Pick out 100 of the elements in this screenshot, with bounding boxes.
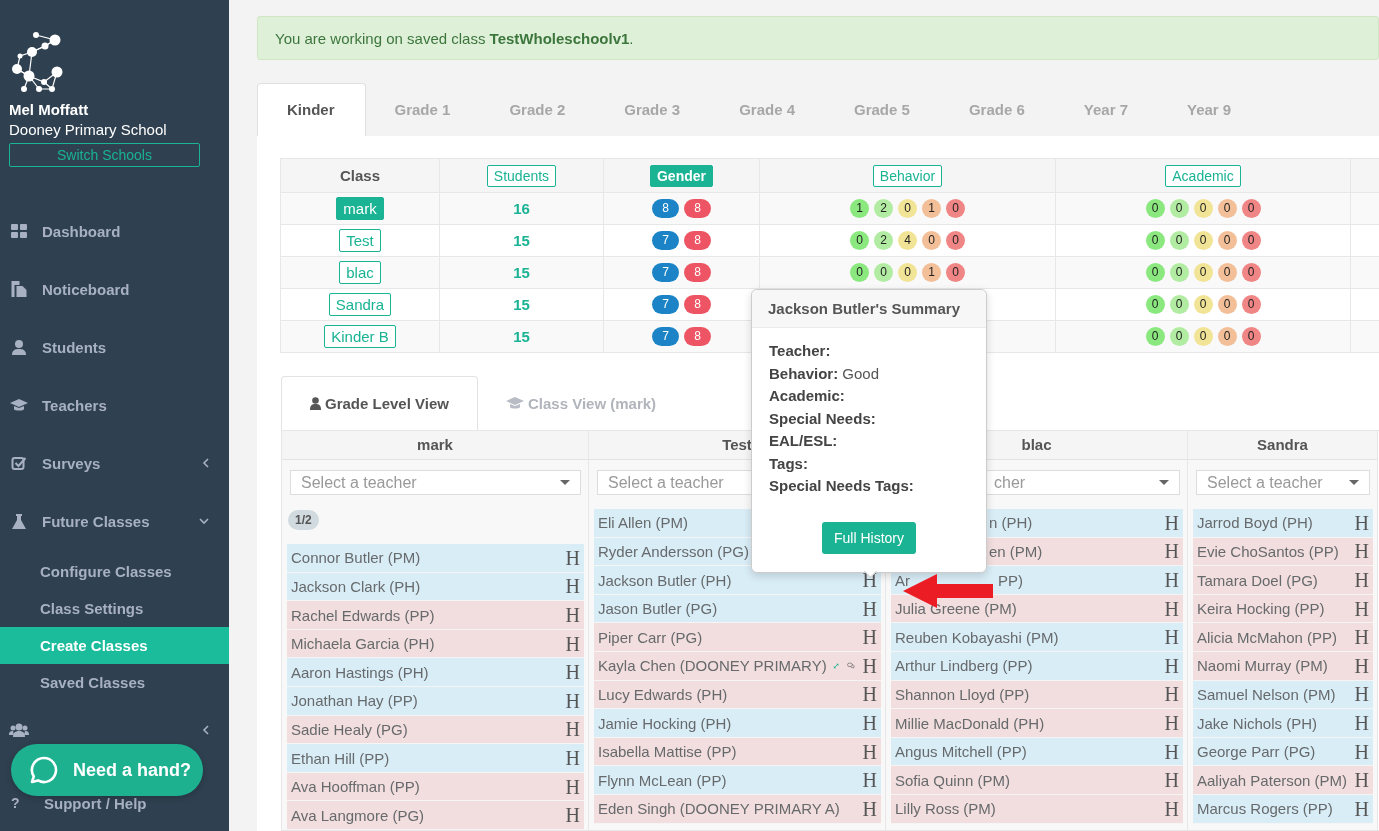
student-row[interactable]: George Parr (PG) H	[1193, 737, 1373, 767]
history-glyph[interactable]: H	[1354, 541, 1369, 562]
student-row[interactable]: Naomi Murray (PM) H	[1193, 652, 1373, 681]
student-row[interactable]: Marcus Rogers (PP) H	[1193, 795, 1373, 824]
student-row[interactable]: Eden Singh (DOONEY PRIMARY A) H	[594, 795, 881, 824]
grade-tab[interactable]: Kinder	[257, 83, 366, 137]
history-glyph[interactable]: H	[1354, 713, 1369, 733]
history-glyph[interactable]: H	[1354, 684, 1369, 705]
student-row[interactable]: Aaliyah Paterson (PM) H	[1193, 766, 1373, 795]
history-glyph[interactable]: H	[565, 748, 580, 768]
student-row[interactable]: Isabella Mattise (PP) H	[594, 737, 881, 767]
summary-field: Teacher:	[769, 340, 969, 363]
history-glyph[interactable]: H	[1164, 655, 1179, 676]
student-row[interactable]: Tamara Doel (PG) H	[1193, 566, 1373, 595]
student-row[interactable]: Jamie Hocking (PH) H	[594, 709, 881, 738]
student-row[interactable]: Jake Nichols (PH) H	[1193, 709, 1373, 738]
student-row[interactable]: Rachel Edwards (PP) H	[287, 601, 584, 630]
history-glyph[interactable]: H	[1354, 798, 1369, 819]
history-glyph[interactable]: H	[1354, 741, 1369, 762]
nav-item[interactable]: Noticeboard	[0, 279, 229, 299]
student-row[interactable]: Sofia Quinn (PM) H	[891, 766, 1183, 795]
student-row[interactable]: Ava Hooffman (PP) H	[287, 772, 584, 802]
history-glyph[interactable]: H	[862, 655, 877, 676]
student-row[interactable]: Ava Langmore (PG) H	[287, 801, 584, 830]
student-row[interactable]: Julia Greene (PM) H	[891, 594, 1183, 624]
history-glyph[interactable]: H	[1164, 598, 1179, 619]
history-glyph[interactable]: H	[862, 598, 877, 619]
history-glyph[interactable]: H	[565, 719, 580, 740]
history-glyph[interactable]: H	[1164, 684, 1179, 705]
boys-count: 7	[652, 263, 679, 283]
nav-item[interactable]: ? Support / Help	[0, 793, 229, 813]
nav-item[interactable]: Teachers	[0, 395, 229, 415]
student-row[interactable]: Jason Butler (PG) H	[594, 594, 881, 624]
page-badge: 1/2	[288, 510, 319, 531]
view-tab[interactable]: Grade Level View	[281, 376, 478, 431]
history-glyph[interactable]: H	[565, 805, 580, 826]
history-glyph[interactable]: H	[1354, 598, 1369, 619]
history-glyph[interactable]: H	[862, 684, 877, 705]
history-glyph[interactable]: H	[565, 576, 580, 597]
student-row[interactable]: Sadie Healy (PG) H	[287, 715, 584, 745]
history-glyph[interactable]: H	[1354, 627, 1369, 648]
student-row[interactable]: Jonathan Hay (PP) H	[287, 687, 584, 716]
nav-subitem[interactable]: Configure Classes	[0, 553, 229, 590]
student-name: Julia Greene (PM)	[895, 600, 1017, 618]
history-glyph[interactable]: H	[862, 798, 877, 819]
nav-item[interactable]: Surveys	[0, 453, 229, 473]
history-glyph[interactable]: H	[1354, 770, 1369, 791]
history-glyph[interactable]: H	[1354, 655, 1369, 676]
student-name: Sofia Quinn (PM)	[895, 771, 1011, 789]
history-glyph[interactable]: H	[862, 570, 877, 591]
history-glyph[interactable]: H	[1164, 627, 1179, 648]
history-glyph[interactable]: H	[862, 770, 877, 791]
history-glyph[interactable]: H	[1164, 741, 1179, 762]
history-glyph[interactable]: H	[1164, 512, 1179, 533]
nav-item[interactable]: Dashboard	[0, 221, 229, 241]
student-row[interactable]: Jarrod Boyd (PH) H	[1193, 509, 1373, 538]
switch-schools-button[interactable]: Switch Schools	[9, 143, 200, 167]
student-row[interactable]: Michaela Garcia (PH) H	[287, 629, 584, 659]
student-row[interactable]: Arthur Lindberg (PP) H	[891, 652, 1183, 681]
nav-subitem[interactable]: Class Settings	[0, 590, 229, 627]
student-row[interactable]: Kayla Chen (DOONEY PRIMARY) H	[594, 652, 881, 681]
student-row[interactable]: Alicia McMahon (PP) H	[1193, 623, 1373, 653]
student-row[interactable]: Millie MacDonald (PH) H	[891, 709, 1183, 738]
history-glyph[interactable]: H	[1164, 570, 1179, 591]
student-row[interactable]: Piper Carr (PG) H	[594, 623, 881, 653]
teacher-select[interactable]: Select a teacher	[290, 470, 581, 496]
nav-item[interactable]: Students	[0, 337, 229, 357]
history-glyph[interactable]: H	[862, 713, 877, 733]
student-row[interactable]: Lilly Ross (PM) H	[891, 795, 1183, 824]
student-row[interactable]: Keira Hocking (PP) H	[1193, 594, 1373, 624]
history-glyph[interactable]: H	[1164, 541, 1179, 562]
history-glyph[interactable]: H	[565, 662, 580, 683]
nav-subitem[interactable]: Saved Classes	[0, 664, 229, 701]
student-row[interactable]: Angus Mitchell (PP) H	[891, 737, 1183, 767]
student-row[interactable]: Samuel Nelson (PM) H	[1193, 680, 1373, 710]
history-glyph[interactable]: H	[1354, 570, 1369, 591]
history-glyph[interactable]: H	[862, 627, 877, 648]
history-glyph[interactable]: H	[565, 633, 580, 654]
student-row[interactable]: Connor Butler (PM) H	[287, 544, 584, 573]
student-row[interactable]: Ethan Hill (PP) H	[287, 744, 584, 773]
teacher-select[interactable]: Select a teacher	[1196, 470, 1370, 496]
student-row[interactable]: Flynn McLean (PP) H	[594, 766, 881, 795]
history-glyph[interactable]: H	[565, 547, 580, 568]
history-glyph[interactable]: H	[565, 605, 580, 626]
student-row[interactable]: Lucy Edwards (PH) H	[594, 680, 881, 710]
history-glyph[interactable]: H	[565, 776, 580, 797]
history-glyph[interactable]: H	[862, 741, 877, 762]
student-row[interactable]: Reuben Kobayashi (PM) H	[891, 623, 1183, 653]
history-glyph[interactable]: H	[1164, 770, 1179, 791]
student-row[interactable]: Jackson Clark (PH) H	[287, 572, 584, 602]
student-row[interactable]: Shannon Lloyd (PP) H	[891, 680, 1183, 710]
history-glyph[interactable]: H	[565, 690, 580, 711]
history-glyph[interactable]: H	[1164, 713, 1179, 733]
history-glyph[interactable]: H	[1164, 798, 1179, 819]
student-row[interactable]: Aaron Hastings (PH) H	[287, 658, 584, 688]
history-glyph[interactable]: H	[1354, 512, 1369, 533]
nav-item[interactable]: Future Classes	[0, 511, 229, 531]
graduation-cap-icon	[9, 398, 29, 412]
student-name: Millie MacDonald (PH)	[895, 714, 1045, 732]
student-row[interactable]: Evie ChoSantos (PP) H	[1193, 537, 1373, 567]
